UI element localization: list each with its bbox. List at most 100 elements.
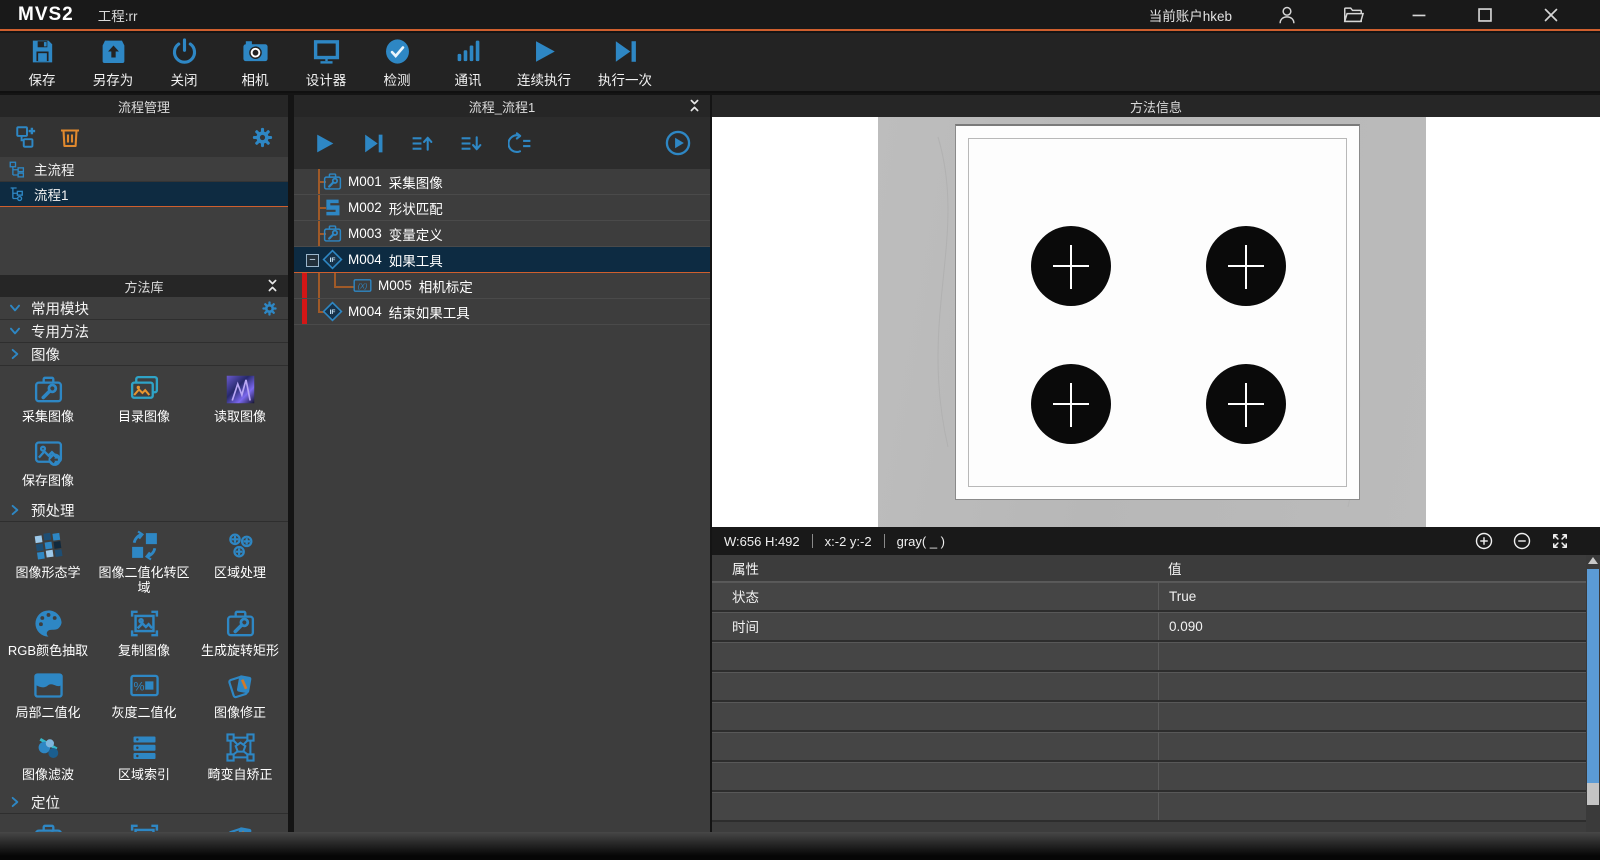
column-value: 值 bbox=[1158, 555, 1586, 581]
table-row[interactable] bbox=[712, 672, 1586, 702]
user-icon[interactable] bbox=[1276, 4, 1298, 26]
titlebar: MVS2 工程:rr 当前账户hkeb bbox=[0, 0, 1600, 31]
flow-node-m003[interactable]: M003 变量定义 bbox=[294, 221, 710, 247]
gear-icon[interactable] bbox=[261, 300, 278, 317]
flow-item-main[interactable]: 主流程 bbox=[0, 157, 288, 182]
svg-text:(X): (X) bbox=[358, 283, 367, 290]
method-item[interactable] bbox=[96, 819, 192, 832]
method-item[interactable] bbox=[0, 819, 96, 832]
group-image[interactable]: 图像 bbox=[0, 343, 288, 366]
camera-button[interactable]: 相机 bbox=[233, 36, 277, 89]
photo-stack-icon bbox=[126, 371, 162, 407]
flow-node-m004-endif[interactable]: IF M004 结束如果工具 bbox=[294, 299, 710, 325]
method-item[interactable]: 畸变自矫正 bbox=[192, 729, 288, 791]
trash-icon[interactable] bbox=[58, 125, 82, 149]
run-continuous-button[interactable]: 连续执行 bbox=[517, 36, 571, 89]
method-item[interactable]: 图像二值化转区域 bbox=[96, 527, 192, 605]
method-item[interactable]: 复制图像 bbox=[96, 605, 192, 667]
method-item[interactable]: 图像修正 bbox=[192, 667, 288, 729]
flow-node-m001[interactable]: M001 采集图像 bbox=[294, 169, 710, 195]
locate-method-grid bbox=[0, 814, 288, 832]
table-row[interactable]: 时间 0.090 bbox=[712, 612, 1586, 642]
image-viewport[interactable] bbox=[712, 117, 1600, 527]
method-item[interactable]: RGB颜色抽取 bbox=[0, 605, 96, 667]
collapse-icon[interactable] bbox=[687, 98, 702, 113]
method-library-header: 方法库 bbox=[0, 275, 288, 297]
minimize-button[interactable] bbox=[1408, 4, 1430, 26]
designer-button[interactable]: 设计器 bbox=[304, 36, 348, 89]
tree-collapse-toggle[interactable]: − bbox=[306, 254, 319, 267]
method-item[interactable]: 保存图像 bbox=[0, 435, 96, 499]
tilted-cards-icon bbox=[222, 667, 258, 703]
calibration-photo bbox=[878, 117, 1426, 527]
save-icon bbox=[27, 36, 58, 67]
scroll-up-arrow[interactable] bbox=[1588, 557, 1598, 564]
move-down-button[interactable] bbox=[459, 131, 484, 156]
column-attribute: 属性 bbox=[712, 558, 1158, 578]
step-flow-button[interactable] bbox=[361, 131, 386, 156]
method-info-panel: 方法信息 W:656 H:492 x:-2 y:-2 bbox=[712, 95, 1600, 832]
method-item[interactable]: 区域处理 bbox=[192, 527, 288, 605]
collapse-icon[interactable] bbox=[265, 278, 280, 293]
calibration-dot bbox=[1206, 226, 1286, 306]
method-item[interactable]: 图像滤波 bbox=[0, 729, 96, 791]
flow-manager-empty-area bbox=[0, 207, 288, 275]
method-item[interactable]: 目录图像 bbox=[96, 371, 192, 435]
run-once-button[interactable]: 执行一次 bbox=[598, 36, 652, 89]
method-item[interactable]: 图像形态学 bbox=[0, 527, 96, 605]
group-locate[interactable]: 定位 bbox=[0, 791, 288, 814]
save-button[interactable]: 保存 bbox=[20, 36, 64, 89]
section-common-modules[interactable]: 常用模块 bbox=[0, 297, 288, 320]
property-table-header: 属性 值 bbox=[712, 555, 1586, 582]
detect-button[interactable]: 检测 bbox=[375, 36, 419, 89]
method-item[interactable]: 读取图像 bbox=[192, 371, 288, 435]
method-item[interactable]: 区域索引 bbox=[96, 729, 192, 791]
photo-copy-icon bbox=[126, 819, 162, 832]
flow-node-m005[interactable]: (X) M005 相机标定 bbox=[294, 273, 710, 299]
zoom-out-icon[interactable] bbox=[1512, 531, 1532, 551]
briefcase-wrench-icon bbox=[322, 171, 343, 192]
run-flow-button[interactable] bbox=[312, 131, 337, 156]
camera-icon bbox=[240, 36, 271, 67]
method-item[interactable] bbox=[192, 819, 288, 832]
move-up-button[interactable] bbox=[410, 131, 435, 156]
loop-button[interactable] bbox=[508, 131, 533, 156]
stack-index-icon bbox=[126, 729, 162, 765]
table-row[interactable] bbox=[712, 792, 1586, 822]
vertical-scrollbar[interactable] bbox=[1586, 555, 1600, 832]
method-item[interactable]: 采集图像 bbox=[0, 371, 96, 435]
preprocess-method-grid: 图像形态学 图像二值化转区域 区域处理 RGB颜色抽取 复制图像 生成旋转矩形 bbox=[0, 522, 288, 791]
flow-panel: 流程_流程1 M001 采集图像 bbox=[294, 95, 710, 832]
method-info-header: 方法信息 bbox=[712, 95, 1600, 117]
table-row[interactable] bbox=[712, 762, 1586, 792]
gear-icon[interactable] bbox=[251, 126, 274, 149]
fit-screen-icon[interactable] bbox=[1550, 531, 1570, 551]
briefcase-wrench-icon bbox=[30, 819, 66, 832]
method-item[interactable]: % 灰度二值化 bbox=[96, 667, 192, 729]
image-size-label: W:656 H:492 bbox=[724, 534, 800, 549]
briefcase-wrench-icon bbox=[322, 223, 343, 244]
flow-item-flow1[interactable]: 流程1 bbox=[0, 182, 288, 207]
section-special-methods[interactable]: 专用方法 bbox=[0, 320, 288, 343]
maximize-button[interactable] bbox=[1474, 4, 1496, 26]
table-row[interactable] bbox=[712, 732, 1586, 762]
method-item[interactable]: 生成旋转矩形 bbox=[192, 605, 288, 667]
run-circle-button[interactable] bbox=[664, 129, 692, 157]
table-row[interactable] bbox=[712, 702, 1586, 732]
photo-copy-icon bbox=[126, 605, 162, 641]
scrollbar-thumb[interactable] bbox=[1587, 569, 1599, 783]
group-preprocess[interactable]: 预处理 bbox=[0, 499, 288, 522]
table-row[interactable] bbox=[712, 642, 1586, 672]
close-button[interactable] bbox=[1540, 4, 1562, 26]
save-as-button[interactable]: 另存为 bbox=[91, 36, 135, 89]
flow-node-m002[interactable]: M002 形状匹配 bbox=[294, 195, 710, 221]
save-as-icon bbox=[98, 36, 129, 67]
add-flow-icon[interactable] bbox=[14, 124, 40, 150]
zoom-in-icon[interactable] bbox=[1474, 531, 1494, 551]
table-row[interactable]: 状态 True bbox=[712, 582, 1586, 612]
communication-button[interactable]: 通讯 bbox=[446, 36, 490, 89]
method-item[interactable]: 局部二值化 bbox=[0, 667, 96, 729]
flow-node-m004-if[interactable]: IF M004 如果工具 bbox=[294, 247, 710, 273]
folder-icon[interactable] bbox=[1342, 4, 1364, 26]
close-project-button[interactable]: 关闭 bbox=[162, 36, 206, 89]
